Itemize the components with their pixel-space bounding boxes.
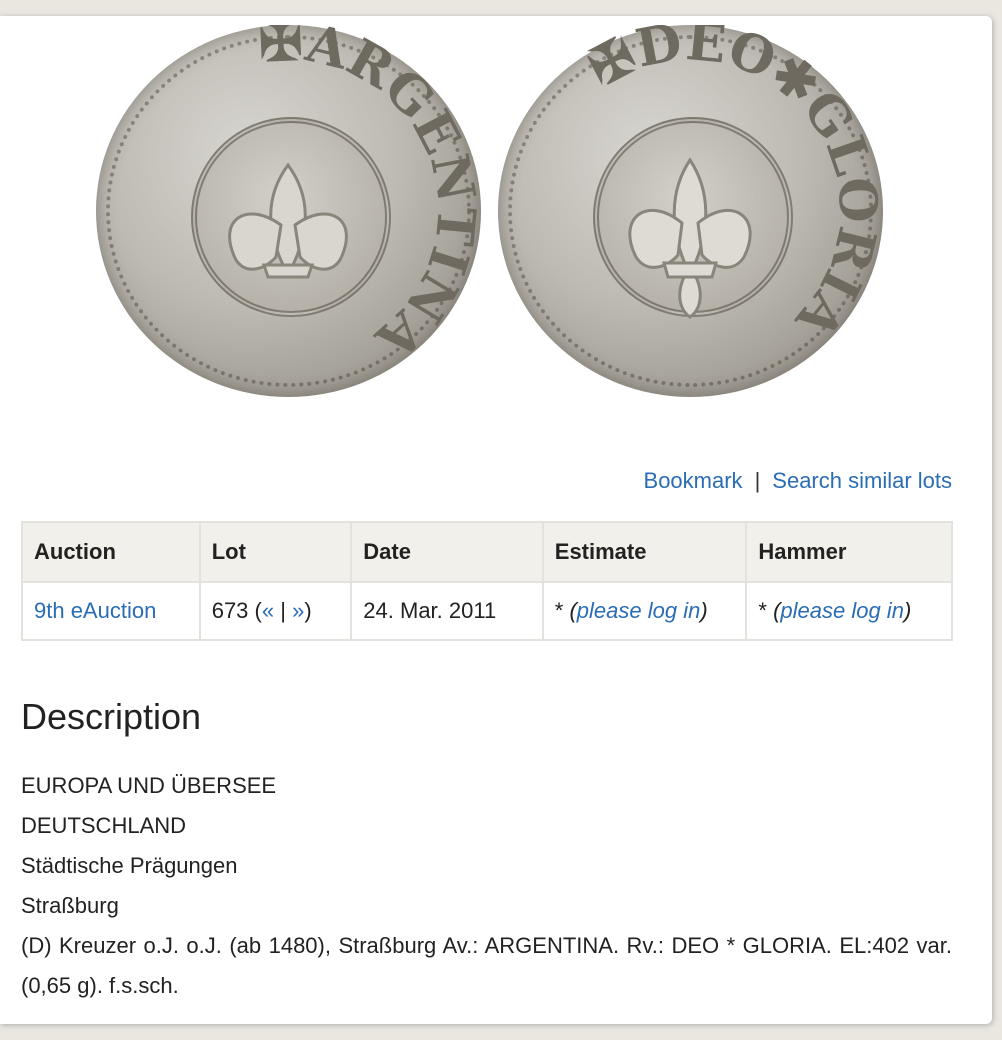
fleur-de-lis-icon <box>628 157 752 319</box>
bookmark-link[interactable]: Bookmark <box>644 468 743 493</box>
table-row: 9th eAuction 673 (« | ») 24. Mar. 2011 *… <box>21 581 953 641</box>
lot-card: ✠ARGENTINA ✠DEO✱GLORIA Bookmark | Search… <box>0 16 992 1024</box>
header-hammer: Hammer <box>745 521 953 583</box>
cell-auction: 9th eAuction <box>21 581 201 641</box>
lot-actions: Bookmark | Search similar lots <box>644 468 952 494</box>
header-lot: Lot <box>198 521 353 583</box>
description-line: Städtische Prägungen <box>21 853 238 878</box>
lot-number: 673 <box>211 598 249 623</box>
coin-image[interactable]: ✠ARGENTINA ✠DEO✱GLORIA <box>88 21 886 403</box>
auction-link[interactable]: 9th eAuction <box>34 598 156 623</box>
header-estimate: Estimate <box>541 521 748 583</box>
header-date: Date <box>350 521 544 583</box>
description-line: Straßburg <box>21 893 119 918</box>
description-detail: (D) Kreuzer o.J. o.J. (ab 1480), Straßbu… <box>21 933 952 998</box>
cell-hammer: * (please log in) <box>745 581 953 641</box>
coin-obverse-image: ✠ARGENTINA <box>96 25 481 397</box>
search-similar-lots-link[interactable]: Search similar lots <box>772 468 952 493</box>
estimate-login-link[interactable]: please log in <box>577 598 701 623</box>
description-heading: Description <box>21 696 202 737</box>
description-body: EUROPA UND ÜBERSEE DEUTSCHLAND Städtisch… <box>21 766 952 1006</box>
hammer-login-link[interactable]: please log in <box>780 598 904 623</box>
cell-estimate: * (please log in) <box>541 581 748 641</box>
lot-table: Auction Lot Date Estimate Hammer 9th eAu… <box>21 521 953 641</box>
description-line: DEUTSCHLAND <box>21 813 187 838</box>
cell-date: 24. Mar. 2011 <box>350 581 544 641</box>
actions-separator: | <box>754 468 761 493</box>
cell-lot: 673 (« | ») <box>198 581 353 641</box>
fleur-de-lis-icon <box>228 162 348 279</box>
header-auction: Auction <box>21 521 201 583</box>
previous-lot-link[interactable]: « <box>262 598 274 623</box>
table-header-row: Auction Lot Date Estimate Hammer <box>21 521 953 583</box>
next-lot-link[interactable]: » <box>292 598 304 623</box>
coin-reverse-image: ✠DEO✱GLORIA <box>498 25 883 397</box>
description-line: EUROPA UND ÜBERSEE <box>21 773 277 798</box>
